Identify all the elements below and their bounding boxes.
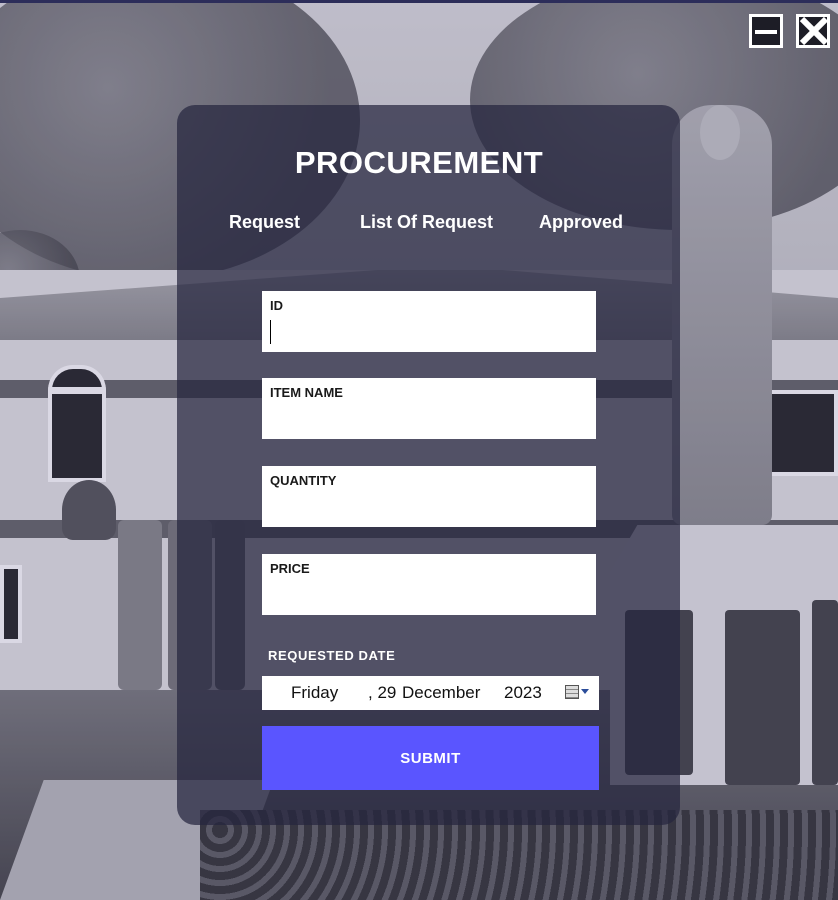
price-input[interactable] [268,580,590,610]
requested-date-label: REQUESTED DATE [268,648,396,663]
requested-date-picker[interactable]: Friday , 29 December 2023 [262,676,599,710]
id-label: ID [270,298,283,313]
item-name-label: ITEM NAME [270,385,343,400]
calendar-icon[interactable] [565,685,579,699]
minimize-button[interactable] [749,14,783,48]
top-edge [0,0,838,3]
close-button[interactable] [796,14,830,48]
item-name-field[interactable]: ITEM NAME [262,378,596,439]
quantity-field[interactable]: QUANTITY [262,466,596,527]
tab-approved[interactable]: Approved [539,212,623,233]
quantity-label: QUANTITY [270,473,337,488]
date-day: , 29 [368,683,397,702]
quantity-input[interactable] [268,492,590,522]
item-name-input[interactable] [268,404,590,434]
tab-list-of-request[interactable]: List Of Request [360,212,493,233]
id-field[interactable]: ID [262,291,596,352]
id-input[interactable] [268,317,590,347]
date-day-name: Friday [291,683,339,702]
price-label: PRICE [270,561,310,576]
price-field[interactable]: PRICE [262,554,596,615]
text-cursor [270,320,271,344]
date-month: December [402,683,481,702]
page-title: PROCUREMENT [294,145,544,180]
chevron-down-icon[interactable] [581,689,589,694]
date-year: 2023 [504,683,542,702]
tab-request[interactable]: Request [229,212,300,233]
submit-button[interactable]: SUBMIT [262,726,599,790]
